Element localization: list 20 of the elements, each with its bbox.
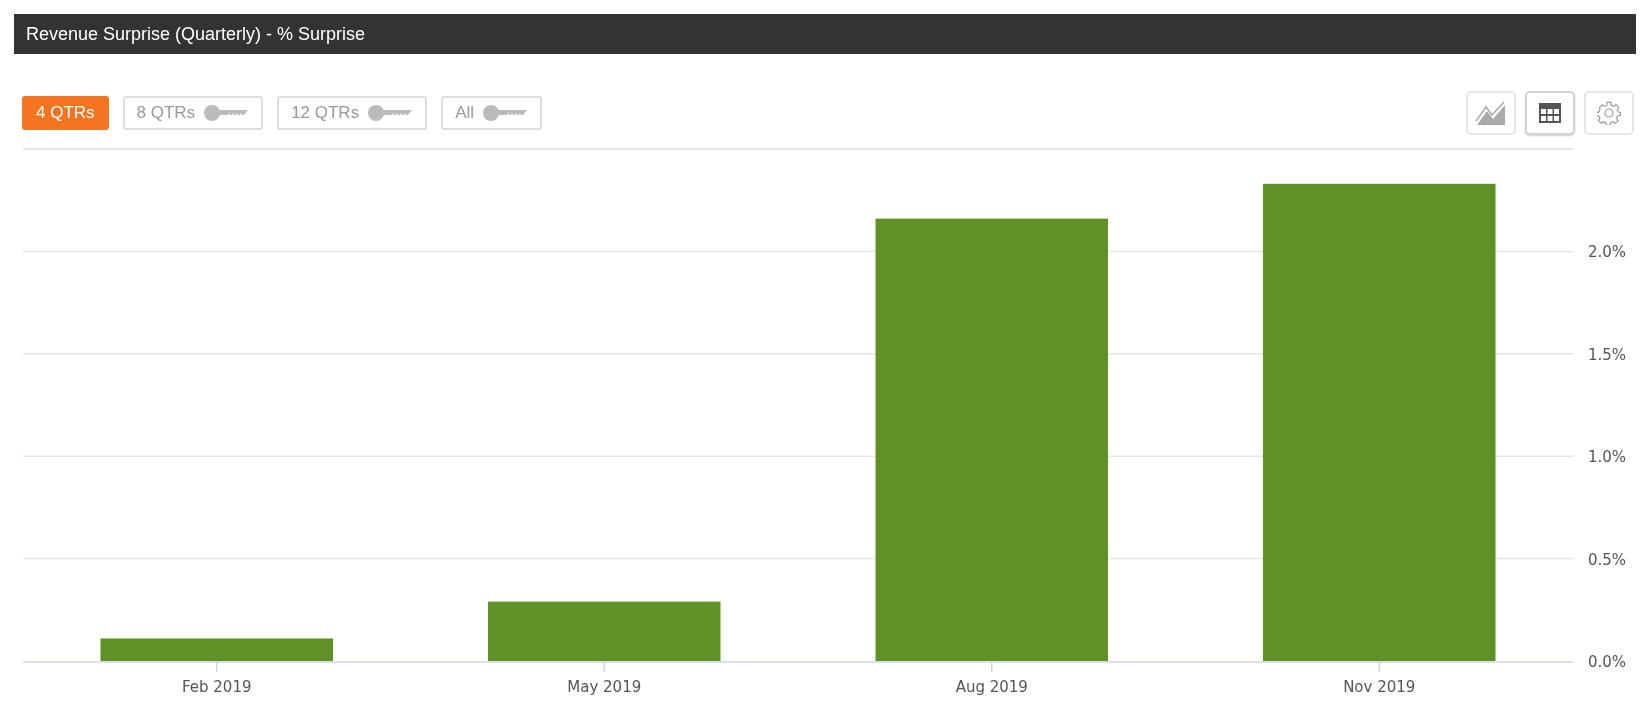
axis-label: 0.5%: [1587, 550, 1626, 569]
range-button[interactable]: 4 QTRs: [22, 96, 109, 130]
table-view-button[interactable]: [1525, 91, 1575, 135]
axis-label: 0.0%: [1587, 653, 1626, 671]
area-chart-icon: [1475, 101, 1507, 125]
settings-view-button[interactable]: [1584, 91, 1634, 135]
axis-label: May 2019: [567, 678, 642, 696]
axis-label: 1.0%: [1587, 448, 1626, 467]
range-button[interactable]: All: [441, 96, 543, 130]
range-button[interactable]: 12 QTRs: [277, 96, 428, 130]
panel-title: Revenue Surprise (Quarterly) - % Surprise: [14, 14, 1636, 54]
axis-label: 1.5%: [1587, 345, 1626, 364]
chart-view-button[interactable]: [1466, 91, 1516, 135]
axis-label: 2.0%: [1587, 243, 1626, 262]
axis-label: Feb 2019: [182, 678, 252, 696]
axis-label: Nov 2019: [1343, 678, 1416, 696]
axis-label: Aug 2019: [955, 678, 1028, 696]
range-button[interactable]: 8 QTRs: [122, 96, 264, 130]
settings-icon: [1597, 101, 1621, 125]
table-icon: [1539, 103, 1561, 123]
